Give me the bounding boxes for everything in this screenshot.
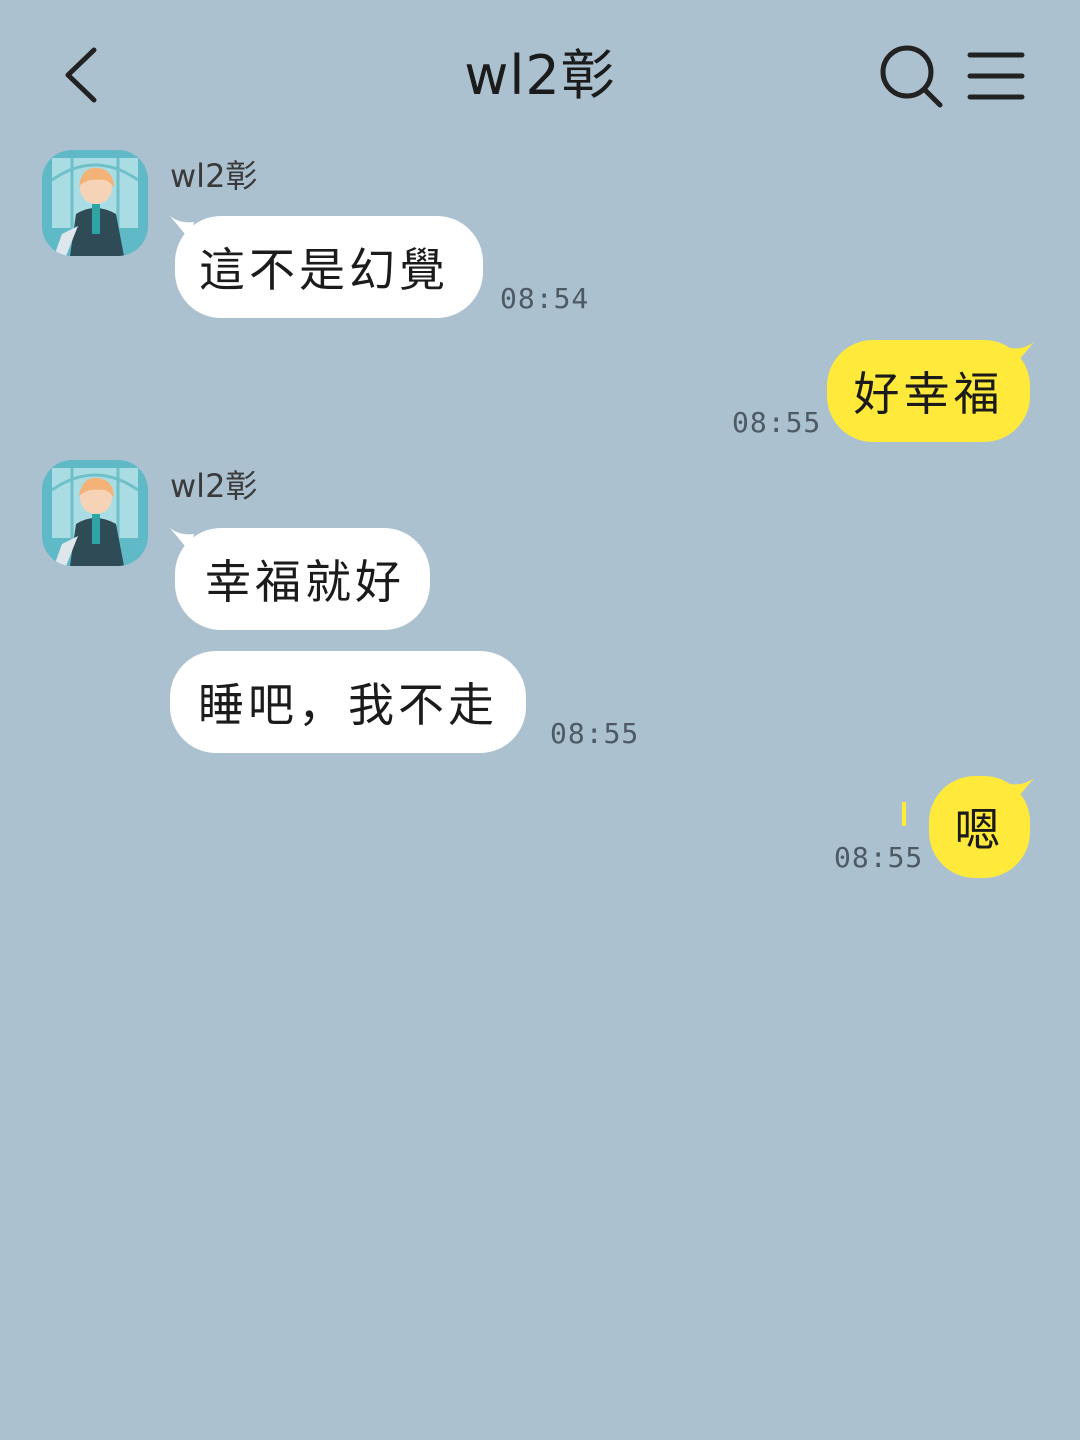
message-text: 嗯 bbox=[954, 803, 1005, 857]
back-button[interactable] bbox=[50, 40, 120, 110]
message-time: 08:54 bbox=[500, 282, 590, 315]
sender-name: wl2彰 bbox=[170, 467, 258, 505]
chat-header: wl2彰 bbox=[0, 0, 1080, 150]
message-text: 幸福就好 bbox=[205, 555, 405, 609]
message-bubble[interactable]: 嗯 bbox=[929, 776, 1030, 878]
chevron-left-icon bbox=[65, 47, 97, 103]
message-bubble[interactable]: 好幸福 bbox=[827, 340, 1030, 442]
message-bubble[interactable]: 這不是幻覺 bbox=[175, 216, 483, 318]
avatar-portrait-icon bbox=[42, 460, 148, 566]
message-bubble[interactable]: 睡吧，我不走 bbox=[170, 651, 526, 753]
search-icon bbox=[880, 45, 943, 108]
message-bubble[interactable]: 幸福就好 bbox=[175, 528, 430, 630]
menu-icon bbox=[967, 52, 1025, 100]
search-button[interactable] bbox=[875, 40, 947, 112]
read-indicator bbox=[902, 802, 906, 826]
avatar[interactable] bbox=[42, 460, 148, 566]
avatar[interactable] bbox=[42, 150, 148, 256]
chat-title: wl2彰 bbox=[464, 44, 616, 107]
message-text: 睡吧，我不走 bbox=[198, 678, 498, 732]
message-time: 08:55 bbox=[550, 717, 640, 750]
message-time: 08:55 bbox=[732, 406, 822, 439]
message-time: 08:55 bbox=[834, 841, 924, 874]
avatar-portrait-icon bbox=[42, 150, 148, 256]
menu-button[interactable] bbox=[962, 45, 1030, 107]
message-text: 好幸福 bbox=[853, 367, 1004, 421]
message-text: 這不是幻覺 bbox=[199, 243, 449, 297]
sender-name: wl2彰 bbox=[170, 157, 258, 195]
